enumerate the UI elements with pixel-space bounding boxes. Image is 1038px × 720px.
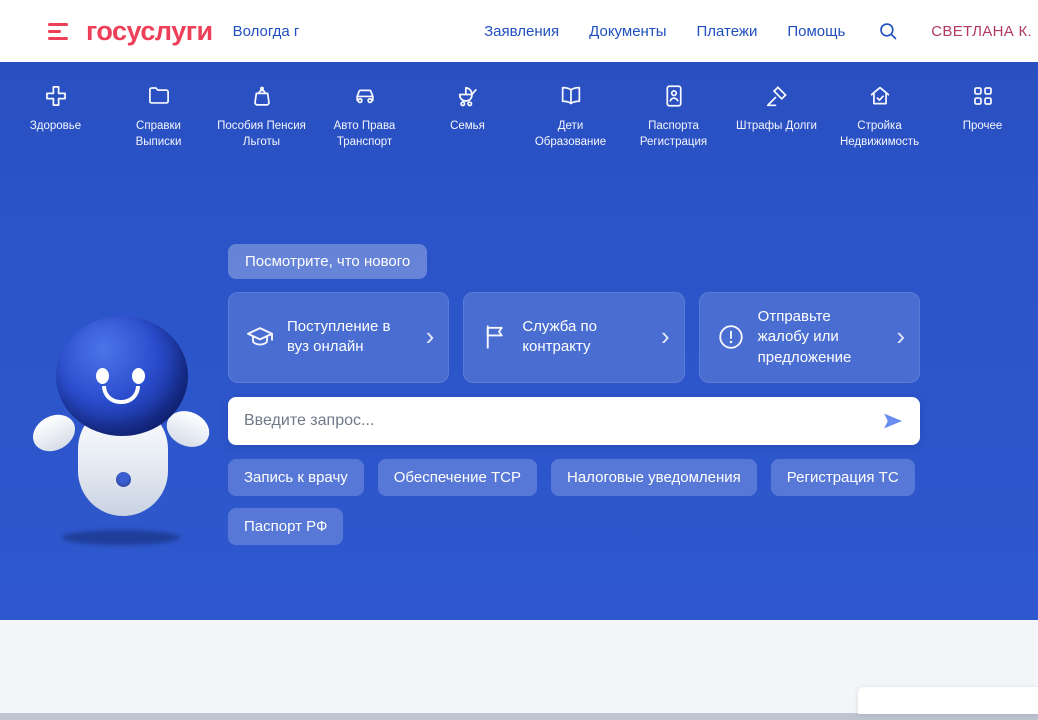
category-row: Здоровье Справки Выписки Пособия Пенсия … (0, 62, 1038, 150)
chip-obespechenie-tsr[interactable]: Обеспечение ТСР (378, 459, 537, 496)
chip-registratsiya-ts[interactable]: Регистрация ТС (771, 459, 915, 496)
menu-button[interactable] (44, 19, 72, 44)
category-posobiya-pensiya[interactable]: Пособия Пенсия Льготы (210, 83, 313, 150)
promo-cards: Поступление в вуз онлайн › Служба по кон… (228, 292, 920, 383)
passport-icon (661, 83, 687, 109)
open-book-icon (558, 83, 584, 109)
chip-zapis-k-vrachu[interactable]: Запись к врачу (228, 459, 364, 496)
search-box (228, 397, 920, 445)
category-stroyka-nedvizhimost[interactable]: Стройка Недвижимость (828, 83, 931, 150)
category-deti-obrazovanie[interactable]: Дети Образование (519, 83, 622, 150)
card-university-admission[interactable]: Поступление в вуз онлайн › (228, 292, 449, 383)
graduation-cap-icon (245, 322, 275, 352)
gosuslugi-home-page: госуслуги Вологда г Заявления Документы … (0, 0, 1038, 720)
robot-chest-light (116, 472, 131, 487)
whats-new-button[interactable]: Посмотрите, что нового (228, 244, 427, 279)
chevron-right-icon: › (426, 323, 435, 352)
card-title: Служба по контракту (522, 317, 649, 358)
robot-shadow (62, 530, 180, 545)
nav-pomosch[interactable]: Помощь (787, 23, 845, 40)
hamburger-icon (48, 23, 68, 26)
grid-icon (970, 83, 996, 109)
robot-head (56, 316, 188, 436)
chevron-right-icon: › (661, 323, 670, 352)
category-shtrafy-dolgi[interactable]: Штрафы Долги (725, 83, 828, 135)
stroller-icon (455, 83, 481, 109)
category-prochee[interactable]: Прочее (931, 83, 1034, 135)
search-input[interactable] (228, 397, 920, 445)
search-button[interactable] (875, 18, 901, 44)
bottom-strip (0, 713, 1038, 720)
user-menu[interactable]: СВЕТЛАНА К. (931, 23, 1032, 40)
card-complaint-suggestion[interactable]: Отправьте жалобу или предложение › (699, 292, 920, 383)
nav-dokumenty[interactable]: Документы (589, 23, 666, 40)
chip-nalogovye-uvedomleniya[interactable]: Налоговые уведомления (551, 459, 757, 496)
health-cross-icon (43, 83, 69, 109)
hero-content: Посмотрите, что нового Поступление в вуз… (228, 244, 920, 545)
assistant-robot-mascot (32, 300, 214, 550)
header: госуслуги Вологда г Заявления Документы … (0, 0, 1038, 62)
robot-smile (102, 386, 140, 404)
bottom-right-widget[interactable] (858, 687, 1038, 714)
footer-area (0, 620, 1038, 720)
location-link[interactable]: Вологда г (233, 23, 300, 40)
exclamation-circle-icon (716, 322, 746, 352)
top-nav: Заявления Документы Платежи Помощь СВЕТЛ… (484, 18, 1030, 44)
card-title: Отправьте жалобу или предложение (758, 307, 885, 368)
card-contract-service[interactable]: Служба по контракту › (463, 292, 684, 383)
send-button[interactable] (874, 402, 912, 440)
chevron-right-icon: › (896, 323, 905, 352)
send-arrow-icon (880, 408, 906, 434)
quick-links: Запись к врачу Обеспечение ТСР Налоговые… (228, 459, 920, 545)
card-title: Поступление в вуз онлайн (287, 317, 414, 358)
category-zdorovie[interactable]: Здоровье (4, 83, 107, 135)
hero-banner: Здоровье Справки Выписки Пособия Пенсия … (0, 62, 1038, 620)
purse-icon (249, 83, 275, 109)
nav-zayavleniya[interactable]: Заявления (484, 23, 559, 40)
category-semya[interactable]: Семья (416, 83, 519, 135)
category-pasporta-registratsiya[interactable]: Паспорта Регистрация (622, 83, 725, 150)
nav-platezhi[interactable]: Платежи (696, 23, 757, 40)
robot-eye (96, 368, 109, 384)
house-check-icon (867, 83, 893, 109)
car-icon (352, 83, 378, 109)
gavel-icon (764, 83, 790, 109)
logo: госуслуги (86, 16, 213, 47)
search-icon (877, 20, 899, 42)
flag-icon (480, 322, 510, 352)
chip-pasport-rf[interactable]: Паспорт РФ (228, 508, 343, 545)
category-avto-transport[interactable]: Авто Права Транспорт (313, 83, 416, 150)
robot-eye (132, 368, 145, 384)
folder-icon (146, 83, 172, 109)
category-spravki-vypiski[interactable]: Справки Выписки (107, 83, 210, 150)
